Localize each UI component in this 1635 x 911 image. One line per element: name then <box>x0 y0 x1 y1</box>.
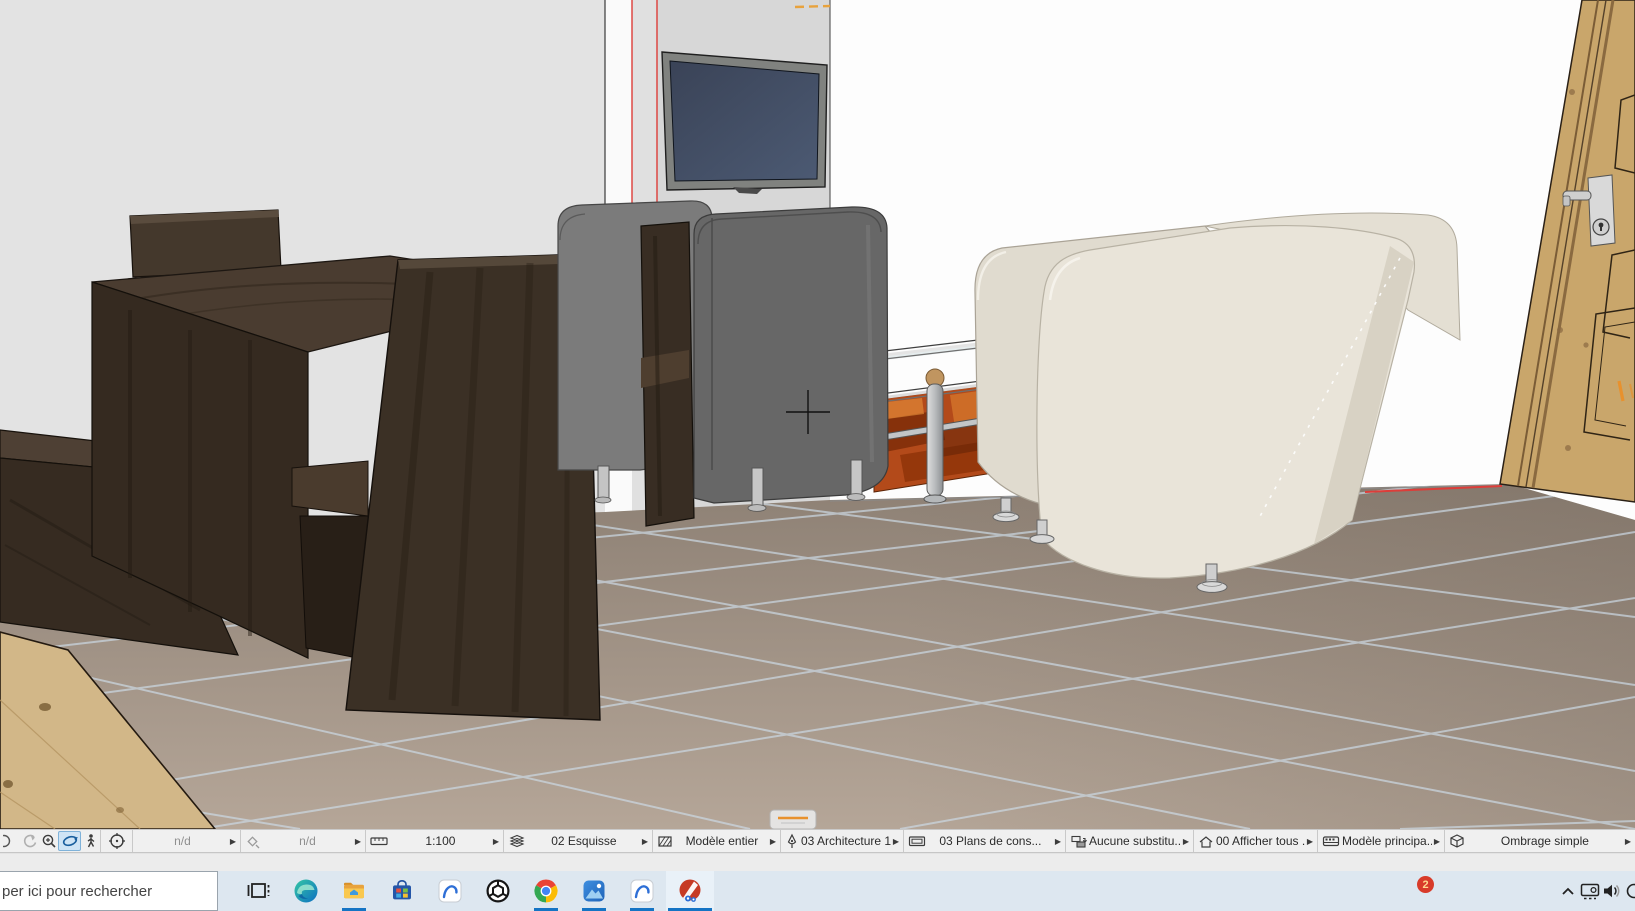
chatgpt-button[interactable] <box>474 871 522 911</box>
view-style-value: Ombrage simple <box>1467 834 1623 848</box>
notification-badge[interactable]: 2 <box>1417 876 1434 893</box>
wall-tv <box>662 52 827 194</box>
chevron-right-icon[interactable]: ▶ <box>230 837 236 846</box>
application-frame-strip <box>0 854 1635 871</box>
statusbar-structure-display[interactable]: Modèle entier ▶ <box>652 830 780 852</box>
chevron-right-icon[interactable]: ▶ <box>642 837 648 846</box>
arc-app-2-button[interactable] <box>618 871 666 911</box>
task-view-button[interactable] <box>234 871 282 911</box>
arc-app-icon <box>437 878 463 904</box>
layers-icon <box>508 833 526 849</box>
archicad-button[interactable] <box>666 871 714 911</box>
3d-viewport[interactable] <box>0 0 1635 829</box>
chatgpt-icon <box>485 878 511 904</box>
statusbar-field-2[interactable]: n/d ▶ <box>240 830 365 852</box>
ruler-icon <box>370 834 388 848</box>
field-1-value: n/d <box>137 834 228 848</box>
house-icon <box>1198 834 1214 849</box>
chevron-right-icon[interactable]: ▶ <box>1434 837 1440 846</box>
chevron-right-icon[interactable]: ▶ <box>493 837 499 846</box>
statusbar: n/d ▶ n/d ▶ 1:100 ▶ 02 Esquisse ▶ Modèle… <box>0 829 1635 853</box>
zoom-previous-icon[interactable] <box>1 831 20 851</box>
chevron-right-icon[interactable]: ▶ <box>1055 837 1061 846</box>
statusbar-pen-set[interactable]: 03 Architecture 1... ▶ <box>780 830 903 852</box>
model-view-icon <box>908 834 926 848</box>
diamond-cursor-icon <box>245 834 260 849</box>
taskbar-search-input[interactable]: per ici pour rechercher <box>0 871 218 911</box>
arc-app-icon <box>629 878 655 904</box>
structure-icon <box>657 834 674 849</box>
edge-icon <box>293 878 319 904</box>
orbit-icon[interactable] <box>58 831 81 851</box>
chevron-up-icon[interactable] <box>1557 882 1579 900</box>
task-view-icon <box>245 878 271 904</box>
microsoft-store-button[interactable] <box>378 871 426 911</box>
renovation-status-value: Modèle principa... <box>1342 834 1432 848</box>
chrome-icon <box>533 878 559 904</box>
renovation-filter-value: 00 Afficher tous ... <box>1216 834 1305 848</box>
photos-icon <box>581 878 607 904</box>
viewport-scroll-tab[interactable] <box>770 810 816 829</box>
photos-button[interactable] <box>570 871 618 911</box>
system-tray <box>1557 871 1635 911</box>
back-arrow-icon[interactable] <box>20 831 39 851</box>
gray-chairs <box>558 201 888 526</box>
archicad-icon <box>677 878 703 904</box>
cube-icon <box>1449 833 1465 849</box>
chevron-right-icon[interactable]: ▶ <box>893 837 899 846</box>
chrome-button[interactable] <box>522 871 570 911</box>
filmstrip-icon <box>1322 834 1340 848</box>
model-view-options-value: 03 Plans de cons... <box>928 834 1053 848</box>
statusbar-model-view-options[interactable]: 03 Plans de cons... ▶ <box>903 830 1065 852</box>
3d-scene <box>0 0 1635 829</box>
display-connect-icon[interactable] <box>1579 880 1601 902</box>
statusbar-nav-tools <box>0 830 100 852</box>
statusbar-view-style[interactable]: Ombrage simple ▶ <box>1444 830 1635 852</box>
badge-count: 2 <box>1422 879 1428 891</box>
statusbar-renovation-status[interactable]: Modèle principa... ▶ <box>1317 830 1444 852</box>
pen-icon <box>785 833 799 849</box>
file-explorer-icon <box>341 878 367 904</box>
file-explorer-button[interactable] <box>330 871 378 911</box>
statusbar-scale[interactable]: 1:100 ▶ <box>365 830 503 852</box>
zoom-in-icon[interactable] <box>39 831 58 851</box>
chevron-right-icon[interactable]: ▶ <box>1625 837 1631 846</box>
archicad-window: n/d ▶ n/d ▶ 1:100 ▶ 02 Esquisse ▶ Modèle… <box>0 0 1635 911</box>
fit-in-window-icon[interactable] <box>100 830 132 852</box>
chevron-right-icon[interactable]: ▶ <box>1307 837 1313 846</box>
graphic-overrides-value: Aucune substitu... <box>1089 834 1181 848</box>
chevron-right-icon[interactable]: ▶ <box>1183 837 1189 846</box>
clipped-edge-icon[interactable] <box>1623 880 1635 902</box>
volume-icon[interactable] <box>1601 880 1623 902</box>
microsoft-store-icon <box>389 878 415 904</box>
chevron-right-icon[interactable]: ▶ <box>770 837 776 846</box>
override-icon <box>1070 834 1087 849</box>
statusbar-graphic-overrides[interactable]: Aucune substitu... ▶ <box>1065 830 1193 852</box>
chevron-right-icon[interactable]: ▶ <box>355 837 361 846</box>
structure-display-value: Modèle entier <box>676 834 768 848</box>
scale-value: 1:100 <box>390 834 491 848</box>
windows-taskbar: per ici pour rechercher <box>0 871 1635 911</box>
statusbar-layer-combination[interactable]: 02 Esquisse ▶ <box>503 830 652 852</box>
walk-explore-icon[interactable] <box>81 831 100 851</box>
layer-combination-value: 02 Esquisse <box>528 834 640 848</box>
pen-set-value: 03 Architecture 1... <box>801 834 891 848</box>
taskbar-apps <box>234 871 714 911</box>
edge-button[interactable] <box>282 871 330 911</box>
search-text: per ici pour rechercher <box>2 883 152 900</box>
orange-guide-dash <box>795 6 830 7</box>
statusbar-renovation-filter[interactable]: 00 Afficher tous ... ▶ <box>1193 830 1317 852</box>
field-2-value: n/d <box>262 834 353 848</box>
statusbar-field-1[interactable]: n/d ▶ <box>132 830 240 852</box>
arc-app-1-button[interactable] <box>426 871 474 911</box>
